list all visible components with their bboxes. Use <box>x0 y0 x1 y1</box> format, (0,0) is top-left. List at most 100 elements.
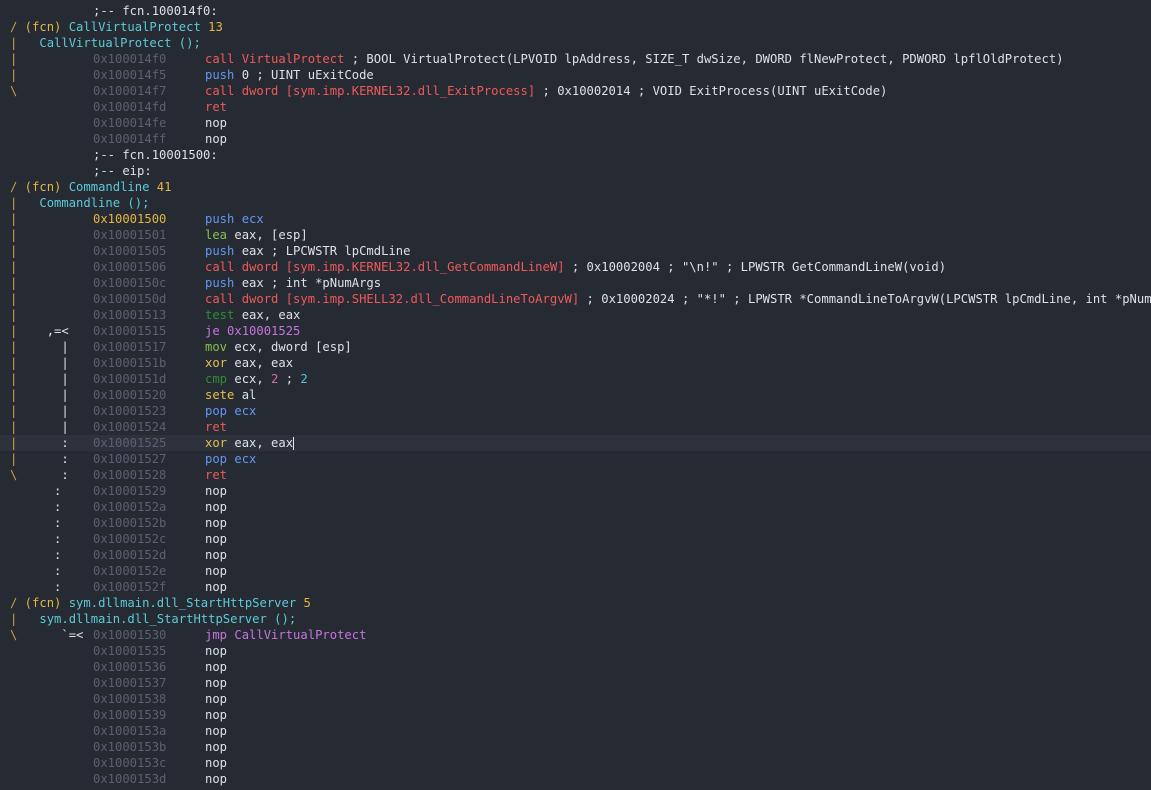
instruction-line[interactable]: | | 0x10001523 pop ecx <box>0 403 1151 419</box>
instruction-line[interactable]: | 0x10001513 test eax, eax <box>0 307 1151 323</box>
instruction-address[interactable]: 0x10001528 <box>93 467 166 483</box>
instruction-line[interactable]: 0x1000153a nop <box>0 723 1151 739</box>
instruction-address[interactable]: 0x1000150c <box>93 275 166 291</box>
instruction-line[interactable]: 0x10001539 nop <box>0 707 1151 723</box>
instruction-line[interactable]: 0x10001536 nop <box>0 659 1151 675</box>
instruction-line[interactable]: | | 0x10001517 mov ecx, dword [esp] <box>0 339 1151 355</box>
instruction-address[interactable]: 0x10001539 <box>93 707 166 723</box>
instruction-line[interactable]: 0x10001537 nop <box>0 675 1151 691</box>
instruction-address[interactable]: 0x10001525 <box>93 435 166 451</box>
instruction-address[interactable]: 0x1000152f <box>93 579 166 595</box>
instruction-address[interactable]: 0x100014ff <box>93 131 166 147</box>
instruction-address[interactable]: 0x10001513 <box>93 307 166 323</box>
instruction-line[interactable]: : 0x1000152a nop <box>0 499 1151 515</box>
instruction-address[interactable]: 0x10001535 <box>93 643 166 659</box>
operand: ecx, dword [esp] <box>234 340 352 354</box>
instruction-address[interactable]: 0x100014f7 <box>93 83 166 99</box>
instruction-line[interactable]: : 0x1000152d nop <box>0 547 1151 563</box>
instruction-line[interactable]: : 0x1000152f nop <box>0 579 1151 595</box>
instruction-line[interactable]: : 0x1000152c nop <box>0 531 1151 547</box>
instruction-address[interactable]: 0x10001524 <box>93 419 166 435</box>
function-signature[interactable]: | Commandline (); <box>0 195 1151 211</box>
instruction-line[interactable]: 0x10001535 nop <box>0 643 1151 659</box>
flag-label-line[interactable]: ;-- fcn.10001500: <box>0 147 1151 163</box>
instruction-address[interactable]: 0x1000152c <box>93 531 166 547</box>
instruction-line[interactable]: : 0x1000152b nop <box>0 515 1151 531</box>
flag-label-line[interactable]: ;-- eip: <box>0 163 1151 179</box>
instruction-line[interactable]: \ 0x100014f7 call dword [sym.imp.KERNEL32.… <box>0 83 1151 99</box>
operand: dword [sym.imp.KERNEL32.dll_GetCommandLi… <box>241 260 565 274</box>
operand: ; 0x10002004 ; "\n!" ; LPWSTR GetCommand… <box>564 260 947 274</box>
instruction-line[interactable]: | 0x1000150d call dword [sym.imp.SHELL32.d… <box>0 291 1151 307</box>
instruction-line[interactable]: 0x100014fe nop <box>0 115 1151 131</box>
function-header[interactable]: / (fcn) sym.dllmain.dll_StartHttpServer … <box>0 595 1151 611</box>
instruction-line[interactable]: | | 0x10001520 sete al <box>0 387 1151 403</box>
instruction-line[interactable]: | :0x10001525 xor eax, eax <box>0 435 1151 451</box>
instruction-line[interactable]: | ,=< 0x10001515 je 0x10001525 <box>0 323 1151 339</box>
instruction-address[interactable]: 0x1000153c <box>93 755 166 771</box>
instruction-address[interactable]: 0x1000151d <box>93 371 166 387</box>
instruction-address[interactable]: 0x10001523 <box>93 403 166 419</box>
instruction-line[interactable]: 0x100014fd ret <box>0 99 1151 115</box>
instruction-line[interactable]: | 0x1000150c push eax ; int *pNumArgs <box>0 275 1151 291</box>
instruction-line[interactable]: | :0x10001527 pop ecx <box>0 451 1151 467</box>
instruction-address[interactable]: 0x10001536 <box>93 659 166 675</box>
instruction-address[interactable]: 0x1000153d <box>93 771 166 787</box>
instruction-address[interactable]: 0x10001537 <box>93 675 166 691</box>
function-header[interactable]: / (fcn) CallVirtualProtect 13 <box>0 19 1151 35</box>
function-signature[interactable]: | CallVirtualProtect (); <box>0 35 1151 51</box>
mnemonic: xor <box>205 356 235 370</box>
instruction-line[interactable]: \ `=< 0x10001530 jmp CallVirtualProtect <box>0 627 1151 643</box>
function-header[interactable]: / (fcn) Commandline 41 <box>0 179 1151 195</box>
instruction-line[interactable]: 0x1000153c nop <box>0 755 1151 771</box>
instruction-line[interactable]: | 0x100014f5 push 0 ; UINT uExitCode <box>0 67 1151 83</box>
instruction-address[interactable]: 0x1000152d <box>93 547 166 563</box>
instruction-line[interactable]: | | 0x10001524 ret <box>0 419 1151 435</box>
instruction-line[interactable]: 0x10001538 nop <box>0 691 1151 707</box>
instruction-address[interactable]: 0x10001506 <box>93 259 166 275</box>
instruction-address[interactable]: 0x100014fe <box>93 115 166 131</box>
instruction-line[interactable]: 0x1000153d nop <box>0 771 1151 787</box>
flag-label: ;-- fcn.100014f0: <box>93 4 218 18</box>
instruction-address[interactable]: 0x1000152e <box>93 563 166 579</box>
instruction-address[interactable]: 0x1000150d <box>93 291 166 307</box>
instruction-line[interactable]: 0x1000153b nop <box>0 739 1151 755</box>
instruction-address[interactable]: 0x1000153a <box>93 723 166 739</box>
instruction-line[interactable]: : 0x10001529 nop <box>0 483 1151 499</box>
instruction-address[interactable]: 0x10001505 <box>93 243 166 259</box>
instruction-address[interactable]: 0x1000151b <box>93 355 166 371</box>
function-signature[interactable]: | sym.dllmain.dll_StartHttpServer (); <box>0 611 1151 627</box>
instruction-address[interactable]: 0x1000153b <box>93 739 166 755</box>
instruction-line[interactable]: | 0x10001506 call dword [sym.imp.KERNEL32.… <box>0 259 1151 275</box>
instruction-address[interactable]: 0x10001520 <box>93 387 166 403</box>
instruction-address[interactable]: 0x10001501 <box>93 227 166 243</box>
function-name[interactable]: Commandline <box>69 180 150 194</box>
instruction-address[interactable]: 0x10001529 <box>93 483 166 499</box>
instruction-address[interactable]: 0x100014f5 <box>93 67 166 83</box>
instruction-line[interactable]: \ :0x10001528 ret <box>0 467 1151 483</box>
instruction-address[interactable]: 0x1000152a <box>93 499 166 515</box>
instruction-address[interactable]: 0x10001517 <box>93 339 166 355</box>
instruction-text: nop <box>205 115 227 131</box>
instruction-line[interactable]: | 0x10001501 lea eax, [esp] <box>0 227 1151 243</box>
instruction-address[interactable]: 0x1000152b <box>93 515 166 531</box>
instruction-line[interactable]: | | 0x1000151d cmp ecx, 2 ; 2 <box>0 371 1151 387</box>
function-name[interactable]: sym.dllmain.dll_StartHttpServer <box>69 596 296 610</box>
instruction-line[interactable]: 0x100014ff nop <box>0 131 1151 147</box>
instruction-line[interactable]: | 0x10001500 push ecx <box>0 211 1151 227</box>
instruction-address[interactable]: 0x10001538 <box>93 691 166 707</box>
instruction-address[interactable]: 0x10001500 <box>93 211 166 227</box>
instruction-line[interactable]: : 0x1000152e nop <box>0 563 1151 579</box>
flag-label-line[interactable]: ;-- fcn.100014f0: <box>0 3 1151 19</box>
disassembly-view[interactable]: ;-- fcn.100014f0: / (fcn) CallVirtualProt… <box>0 0 1151 790</box>
function-name[interactable]: CallVirtualProtect <box>69 20 201 34</box>
mnemonic: sete <box>205 388 242 402</box>
instruction-address[interactable]: 0x10001530 <box>93 627 166 643</box>
instruction-address[interactable]: 0x10001527 <box>93 451 166 467</box>
instruction-line[interactable]: | 0x100014f0 call VirtualProtect ; BOOL Vi… <box>0 51 1151 67</box>
instruction-line[interactable]: | | 0x1000151b xor eax, eax <box>0 355 1151 371</box>
instruction-address[interactable]: 0x100014f0 <box>93 51 166 67</box>
instruction-address[interactable]: 0x100014fd <box>93 99 166 115</box>
instruction-address[interactable]: 0x10001515 <box>93 323 166 339</box>
instruction-line[interactable]: | 0x10001505 push eax ; LPCWSTR lpCmdLine <box>0 243 1151 259</box>
